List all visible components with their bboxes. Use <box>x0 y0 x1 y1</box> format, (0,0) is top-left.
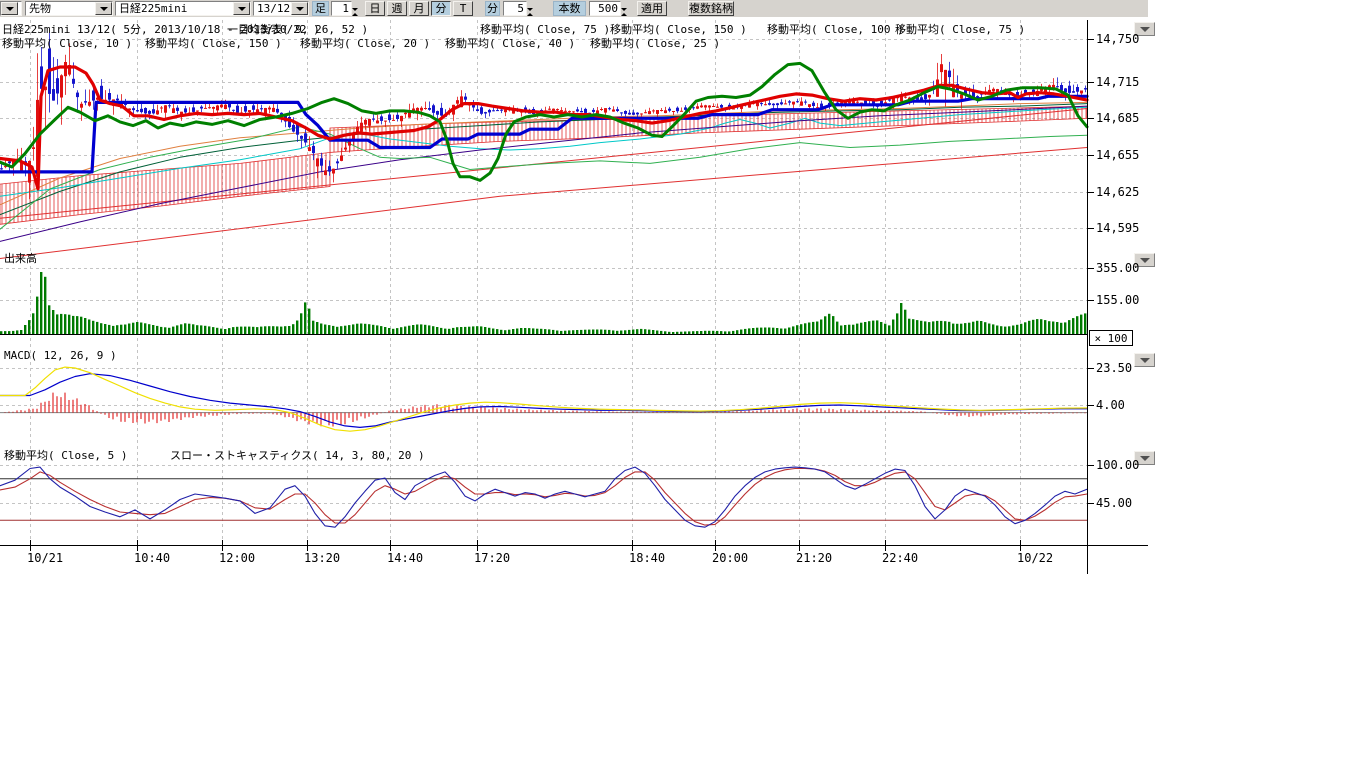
stoch-d-line <box>0 469 1087 526</box>
y-axis-label: 14,750 <box>1096 32 1139 46</box>
x-axis-label: 20:00 <box>712 551 748 565</box>
macd-histogram <box>5 393 1085 427</box>
stoch-panel-title: スロー・ストキャスティクス( 14, 3, 80, 20 ) <box>170 447 425 463</box>
y-axis-label: 14,625 <box>1096 185 1139 199</box>
x-axis-label: 14:40 <box>387 551 423 565</box>
x-axis-label: 18:40 <box>629 551 665 565</box>
macd-panel-title: MACD( 12, 26, 9 ) <box>4 349 117 362</box>
stoch-ma-title: 移動平均( Close, 5 ) <box>4 447 127 463</box>
legend-item: 移動平均( Close, 150 ) <box>145 35 282 51</box>
y-axis-label: 23.50 <box>1096 361 1132 375</box>
chevron-down-icon <box>1140 358 1150 363</box>
volume-multiplier-box: × 100 <box>1089 330 1133 346</box>
chevron-down-icon <box>1140 258 1150 263</box>
x-axis-label: 13:20 <box>304 551 340 565</box>
legend-item: 移動平均( Close, 20 ) <box>300 35 430 51</box>
y-axis-label: 14,595 <box>1096 221 1139 235</box>
legend-item: 移動平均( Close, 25 ) <box>590 35 720 51</box>
chart-plot-area[interactable] <box>0 0 1366 768</box>
y-axis-label: 355.00 <box>1096 261 1139 275</box>
y-axis-label: 14,655 <box>1096 148 1139 162</box>
legend-item: 移動平均( Close, 40 ) <box>445 35 575 51</box>
chevron-down-icon <box>1140 456 1150 461</box>
macd-panel-menu-button[interactable] <box>1134 353 1155 367</box>
chevron-down-icon <box>1140 27 1150 32</box>
x-axis-label: 12:00 <box>219 551 255 565</box>
legend-item: 移動平均( Close, 100 ) <box>767 21 904 37</box>
macd-signal-line <box>0 367 1087 431</box>
y-axis-label: 14,715 <box>1096 75 1139 89</box>
legend-item: 移動平均( Close, 75 ) <box>895 21 1025 37</box>
stoch-k-line <box>0 467 1087 527</box>
y-axis-label: 155.00 <box>1096 293 1139 307</box>
volume-bars <box>0 272 1086 334</box>
volume-panel-title: 出来高 <box>4 250 37 266</box>
macd-line <box>0 374 1087 428</box>
trading-chart-window: 先物 日経225mini 13/12 足 1 分 5 本数 500 適用 複数銘… <box>0 0 1366 768</box>
legend-item: 移動平均( Close, 10 ) <box>2 35 132 51</box>
x-axis-label: 10/22 <box>1017 551 1053 565</box>
x-axis-label: 21:20 <box>796 551 832 565</box>
x-axis-label: 10:40 <box>134 551 170 565</box>
x-axis-label: 17:20 <box>474 551 510 565</box>
y-axis-label: 45.00 <box>1096 496 1132 510</box>
x-axis-label: 10/21 <box>27 551 63 565</box>
gridlines <box>0 20 1087 545</box>
x-axis-label: 22:40 <box>882 551 918 565</box>
y-axis-label: 100.00 <box>1096 458 1139 472</box>
y-axis-label: 14,685 <box>1096 111 1139 125</box>
y-axis-label: 4.00 <box>1096 398 1125 412</box>
